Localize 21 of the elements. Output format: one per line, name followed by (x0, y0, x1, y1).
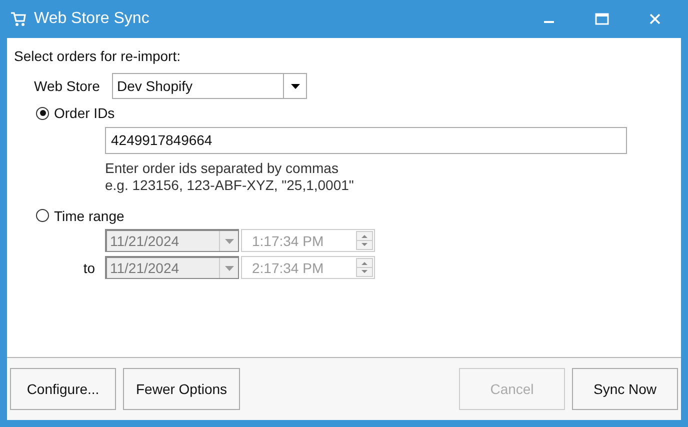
hint-text: Enter order ids separated by commas (105, 160, 340, 176)
close-icon[interactable] (649, 13, 661, 25)
web-store-label: Web Store (34, 78, 101, 94)
order-ids-field[interactable]: 4249917849664 (105, 126, 627, 154)
web-store-dropdown[interactable]: Dev Shopify (112, 73, 307, 99)
dialog-button[interactable]: Configure... (10, 368, 116, 410)
time-range-radio[interactable]: Time range (36, 208, 124, 224)
dialog-button[interactable]: Fewer Options (123, 368, 240, 410)
spinner-icon (356, 231, 373, 250)
to-label: to (83, 260, 95, 276)
order-ids-radio[interactable]: Order IDs (36, 105, 115, 121)
hint-text: e.g. 123156, 123-ABF-XYZ, "25,1,0001" (105, 176, 355, 194)
caret-icon (290, 84, 300, 88)
window-title: Web Store Sync (34, 10, 150, 28)
dialog-button[interactable]: Sync Now (572, 368, 678, 410)
caret-icon (224, 238, 234, 244)
maximize-icon[interactable] (595, 13, 609, 25)
caret-icon (224, 266, 234, 270)
spinner-icon (356, 258, 373, 277)
shopping-cart-icon (10, 12, 26, 26)
prompt-text: Select orders for re-import: (14, 48, 182, 66)
